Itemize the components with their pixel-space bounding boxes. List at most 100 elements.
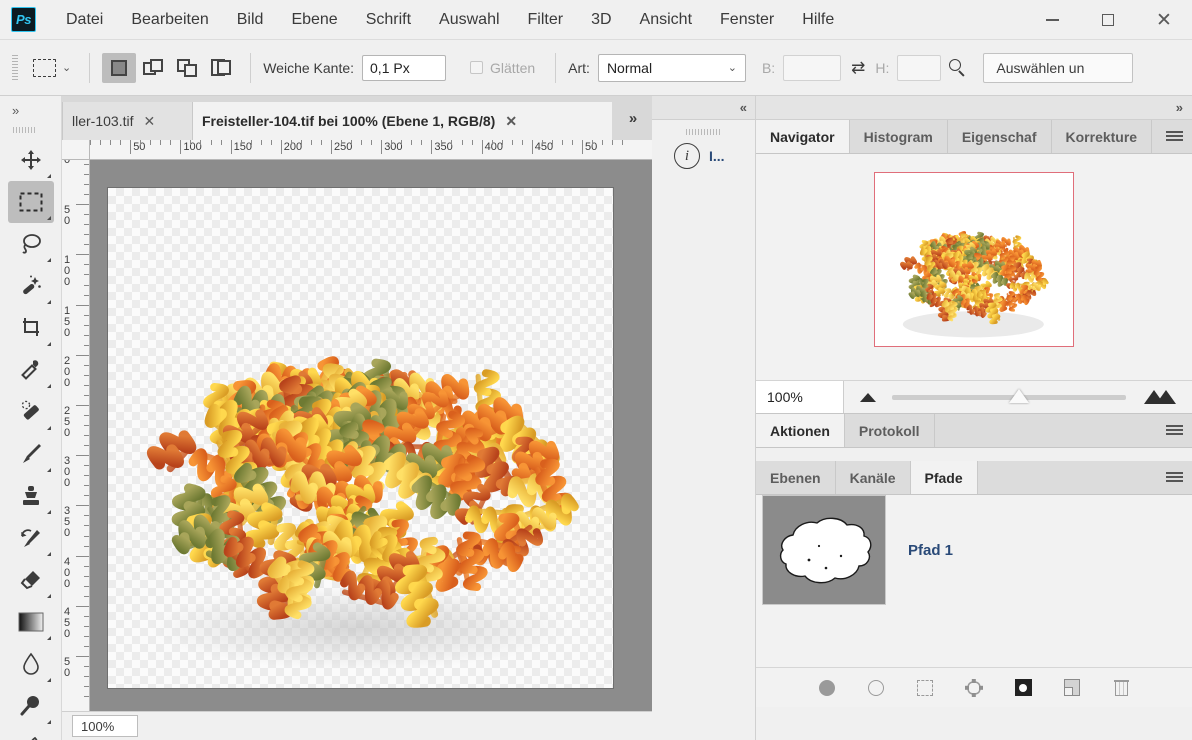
zoom-in-icon[interactable] (1144, 390, 1178, 404)
navigator-thumbnail[interactable] (874, 172, 1074, 347)
intersect-with-selection-button[interactable] (204, 53, 238, 83)
height-input[interactable] (897, 55, 941, 81)
options-bar-grip[interactable] (12, 55, 18, 81)
tab-navigator[interactable]: Navigator (756, 120, 850, 153)
tool-clone-stamp[interactable] (8, 475, 54, 517)
search-icon[interactable] (949, 59, 967, 77)
close-icon[interactable]: ✕ (143, 113, 155, 130)
navigator-panel-menu-button[interactable] (1156, 120, 1192, 153)
menu-item-auswahl[interactable]: Auswahl (425, 0, 513, 40)
tool-eyedropper[interactable] (8, 349, 54, 391)
right-dock-expand-button[interactable]: » (756, 96, 1192, 120)
navigator-zoom-slider-thumb[interactable] (1009, 389, 1029, 403)
ruler-tick-minor (542, 140, 543, 145)
tool-crop[interactable] (8, 307, 54, 349)
ruler-tick-minor (492, 140, 493, 145)
close-icon: ✕ (1156, 11, 1172, 30)
swap-dimensions-icon[interactable]: ⇄ (851, 58, 865, 78)
tool-dodge[interactable] (8, 685, 54, 727)
tool-rectangular-marquee[interactable] (8, 181, 54, 223)
stroke-path-button[interactable] (865, 677, 887, 699)
feather-input[interactable]: 0,1 Px (362, 55, 446, 81)
ruler-tick-minor (411, 140, 412, 145)
tab-korrekturen[interactable]: Korrekture (1052, 120, 1153, 153)
menu-item-3d[interactable]: 3D (577, 0, 625, 40)
style-select[interactable]: Normal ⌄ (598, 54, 746, 82)
delete-path-button[interactable] (1110, 677, 1132, 699)
menu-item-bild[interactable]: Bild (223, 0, 278, 40)
canvas-sheet[interactable] (108, 188, 613, 688)
tools-collapse-button[interactable]: » (0, 96, 61, 124)
select-and-mask-button[interactable]: Auswählen un (983, 53, 1133, 83)
ruler-label: 300 (64, 456, 76, 489)
make-work-path-button[interactable] (963, 677, 985, 699)
ruler-label: 350 (64, 506, 76, 539)
horizontal-ruler[interactable]: 05010015020025030035040045050 (90, 140, 652, 160)
tool-history-brush[interactable] (8, 517, 54, 559)
antialias-checkbox[interactable]: Glätten (470, 60, 543, 76)
menu-item-schrift[interactable]: Schrift (352, 0, 425, 40)
tool-brush[interactable] (8, 433, 54, 475)
info-dock-collapse-button[interactable]: « (652, 96, 755, 120)
tab-ebenen[interactable]: Ebenen (756, 461, 836, 494)
layers-group-tabs: Ebenen Kanäle Pfade (756, 461, 1192, 495)
add-to-selection-button[interactable] (136, 53, 170, 83)
load-path-as-selection-button[interactable] (914, 677, 936, 699)
tool-blur[interactable] (8, 643, 54, 685)
ruler-tick-minor (271, 140, 272, 145)
vertical-ruler[interactable]: 05010015020025030035040045050 (62, 160, 90, 711)
canvas-background (90, 160, 652, 711)
ruler-tick-minor (622, 140, 623, 145)
document-tab-104[interactable]: Freisteller-104.tif bei 100% (Ebene 1, R… (192, 102, 652, 140)
tab-kanaele[interactable]: Kanäle (836, 461, 911, 494)
new-page-icon (1064, 679, 1080, 696)
width-input[interactable] (783, 55, 841, 81)
tool-lasso[interactable] (8, 223, 54, 265)
fill-path-button[interactable] (816, 677, 838, 699)
menu-item-bearbeiten[interactable]: Bearbeiten (117, 0, 222, 40)
tab-histogramm[interactable]: Histogram (850, 120, 948, 153)
menu-item-ansicht[interactable]: Ansicht (626, 0, 706, 40)
close-button[interactable]: ✕ (1136, 0, 1192, 40)
tab-protokoll[interactable]: Protokoll (845, 414, 935, 447)
menu-item-hilfe[interactable]: Hilfe (788, 0, 848, 40)
tab-aktionen[interactable]: Aktionen (756, 414, 845, 447)
document-tab-bar: ller-103.tif ✕ Freisteller-104.tif bei 1… (62, 96, 652, 140)
trash-icon (1114, 679, 1129, 696)
minimize-button[interactable] (1024, 0, 1080, 40)
actions-panel-menu-button[interactable] (1156, 414, 1192, 447)
new-selection-button[interactable] (102, 53, 136, 83)
tool-gradient[interactable] (8, 601, 54, 643)
document-tab-overflow-button[interactable]: » (612, 96, 652, 140)
ruler-tick (76, 455, 90, 456)
zoom-out-icon[interactable] (860, 393, 876, 402)
tab-eigenschaften[interactable]: Eigenschaf (948, 120, 1052, 153)
menu-item-datei[interactable]: Datei (52, 0, 117, 40)
tool-eraser[interactable] (8, 559, 54, 601)
menu-item-filter[interactable]: Filter (514, 0, 578, 40)
ruler-tick-minor (522, 140, 523, 145)
maximize-button[interactable] (1080, 0, 1136, 40)
subtract-from-selection-button[interactable] (170, 53, 204, 83)
antialias-label: Glätten (490, 60, 535, 76)
zoom-level-input[interactable]: 100% (72, 715, 138, 737)
create-new-path-button[interactable] (1061, 677, 1083, 699)
tool-quick-selection[interactable] (8, 265, 54, 307)
navigator-zoom-slider[interactable] (892, 395, 1126, 400)
tab-pfade[interactable]: Pfade (911, 461, 978, 494)
ruler-tick-minor (120, 140, 121, 145)
path-list-item[interactable]: Pfad 1 (756, 495, 1192, 605)
info-panel-button[interactable]: i I... (652, 135, 755, 169)
tool-move[interactable] (8, 139, 54, 181)
add-layer-mask-button[interactable] (1012, 677, 1034, 699)
document-tab-103[interactable]: ller-103.tif ✕ (62, 102, 202, 140)
paths-panel-menu-button[interactable] (1156, 461, 1192, 494)
tool-pen[interactable] (8, 727, 54, 740)
navigator-zoom-input[interactable]: 100% (756, 381, 844, 413)
current-tool-preset[interactable]: ⌄ (27, 59, 77, 77)
tools-panel-grip[interactable] (13, 127, 35, 133)
menu-item-fenster[interactable]: Fenster (706, 0, 788, 40)
tool-spot-healing-brush[interactable] (8, 391, 54, 433)
menu-item-ebene[interactable]: Ebene (277, 0, 351, 40)
close-icon[interactable]: ✕ (505, 113, 517, 130)
